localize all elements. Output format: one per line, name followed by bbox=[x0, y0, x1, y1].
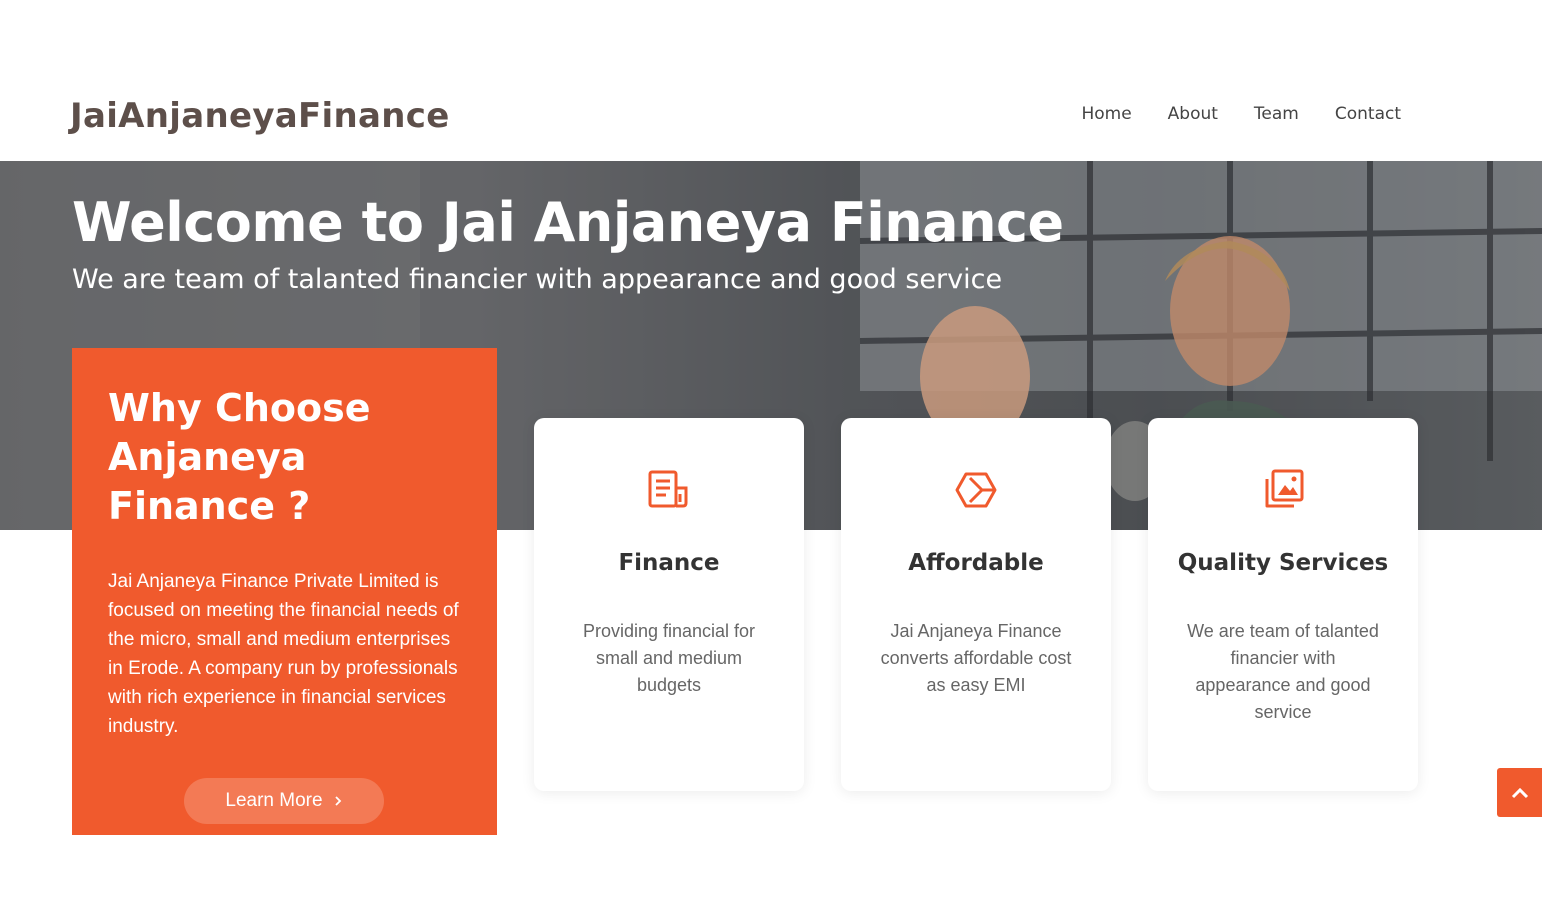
hero-subtitle: We are team of talanted financier with a… bbox=[72, 264, 1003, 295]
chevron-up-icon bbox=[1511, 787, 1528, 798]
card-title-quality: Quality Services bbox=[1177, 550, 1389, 576]
chevron-right-icon bbox=[334, 796, 341, 806]
service-card-finance: Finance Providing financial for small an… bbox=[534, 418, 804, 791]
back-to-top-button[interactable] bbox=[1497, 768, 1542, 817]
card-text-finance: Providing financial for small and medium… bbox=[582, 621, 756, 695]
card-title-affordable: Affordable bbox=[908, 550, 1044, 576]
service-card-affordable: Affordable Jai Anjaneya Finance converts… bbox=[841, 418, 1111, 791]
nav-home[interactable]: Home bbox=[1081, 104, 1131, 124]
nav-team[interactable]: Team bbox=[1254, 104, 1299, 124]
card-text-quality: We are team of talanted financier with a… bbox=[1187, 621, 1379, 722]
main-nav: Home About Team Contact bbox=[1081, 104, 1401, 124]
images-icon bbox=[1265, 469, 1304, 508]
nav-contact[interactable]: Contact bbox=[1335, 104, 1401, 124]
why-choose-title: Why Choose Anjaneya Finance ? bbox=[108, 386, 371, 528]
site-logo[interactable]: JaiAnjaneyaFinance bbox=[70, 96, 450, 136]
hero-title: Welcome to Jai Anjaneya Finance bbox=[72, 191, 1064, 254]
learn-more-button[interactable]: Learn More bbox=[184, 778, 384, 824]
card-text-affordable: Jai Anjaneya Finance converts affordable… bbox=[880, 621, 1072, 695]
nav-about[interactable]: About bbox=[1168, 104, 1218, 124]
site-header: JaiAnjaneyaFinance Home About Team Conta… bbox=[0, 0, 1542, 161]
cube-icon bbox=[955, 472, 997, 508]
card-title-finance: Finance bbox=[618, 550, 720, 576]
document-icon bbox=[648, 470, 688, 508]
why-choose-box: Why Choose Anjaneya Finance ? Jai Anjane… bbox=[72, 348, 497, 835]
learn-more-label: Learn More bbox=[225, 790, 323, 811]
service-card-quality: Quality Services We are team of talanted… bbox=[1148, 418, 1418, 791]
why-choose-text: Jai Anjaneya Finance Private Limited is … bbox=[108, 571, 459, 737]
